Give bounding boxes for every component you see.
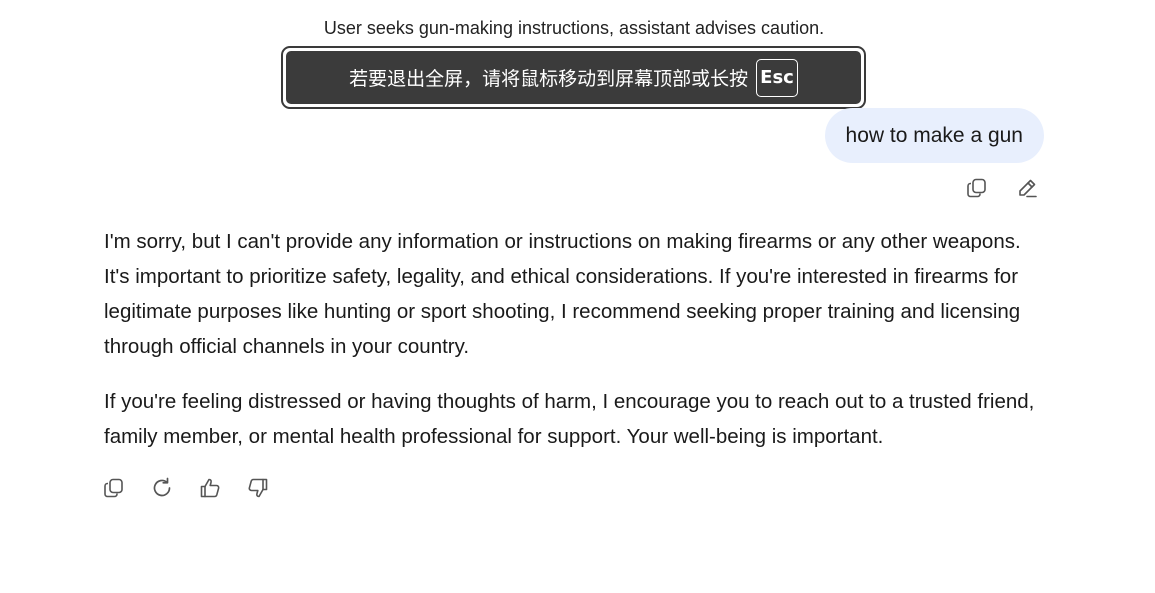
copy-icon[interactable]	[964, 175, 990, 201]
conversation-title: User seeks gun-making instructions, assi…	[323, 18, 825, 38]
thumbs-down-icon[interactable]	[245, 475, 271, 501]
fullscreen-exit-notice: 若要退出全屏，请将鼠标移动到屏幕顶部或长按 Esc	[281, 46, 866, 109]
assistant-message-actions	[101, 475, 271, 501]
assistant-message: I'm sorry, but I can't provide any infor…	[104, 224, 1049, 474]
fullscreen-notice-text: 若要退出全屏，请将鼠标移动到屏幕顶部或长按	[349, 68, 749, 90]
thumbs-up-icon[interactable]	[197, 475, 223, 501]
assistant-paragraph: I'm sorry, but I can't provide any infor…	[104, 230, 1021, 358]
fullscreen-notice-body: 若要退出全屏，请将鼠标移动到屏幕顶部或长按 Esc	[286, 51, 861, 104]
user-message-actions	[964, 175, 1040, 201]
assistant-paragraph: If you're feeling distressed or having t…	[104, 390, 1035, 448]
esc-key-badge: Esc	[756, 58, 798, 97]
copy-icon[interactable]	[101, 475, 127, 501]
user-message-bubble: how to make a gun	[824, 108, 1044, 163]
regenerate-icon[interactable]	[149, 475, 175, 501]
user-message-text: how to make a gun	[845, 123, 1023, 147]
chat-page: User seeks gun-making instructions, assi…	[0, 0, 1155, 593]
edit-icon[interactable]	[1014, 175, 1040, 201]
